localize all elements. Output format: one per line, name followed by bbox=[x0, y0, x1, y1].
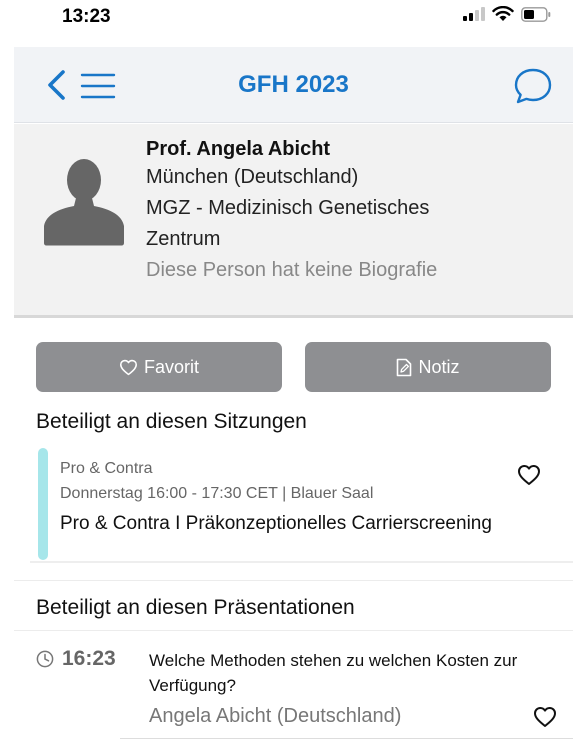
battery-icon bbox=[521, 6, 551, 22]
speaker-name: Prof. Angela Abicht bbox=[146, 138, 331, 160]
heart-icon bbox=[119, 359, 137, 375]
session-time-location: Donnerstag 16:00 - 17:30 CET | Blauer Sa… bbox=[60, 485, 374, 502]
speaker-bio: Diese Person hat keine Biografie bbox=[146, 259, 438, 281]
clock-icon bbox=[36, 650, 54, 668]
favorite-heart-icon[interactable] bbox=[517, 464, 541, 486]
navigation-bar: GFH 2023 bbox=[14, 47, 573, 123]
speaker-profile-card: Prof. Angela Abicht München (Deutschland… bbox=[14, 124, 573, 318]
presentation-author: Angela Abicht (Deutschland) bbox=[149, 705, 402, 727]
signal-icon bbox=[463, 7, 485, 21]
favorite-button[interactable]: Favorit bbox=[36, 342, 282, 392]
session-title: Pro & Contra I Präkonzeptionelles Carrie… bbox=[60, 513, 492, 534]
status-icons bbox=[463, 6, 551, 22]
session-item[interactable]: Pro & Contra Donnerstag 16:00 - 17:30 CE… bbox=[30, 443, 573, 563]
note-icon bbox=[397, 358, 412, 376]
sessions-section-title: Beteiligt an diesen Sitzungen bbox=[36, 410, 307, 433]
status-time: 13:23 bbox=[62, 6, 111, 27]
session-color-bar bbox=[38, 448, 48, 560]
divider bbox=[14, 630, 573, 631]
favorite-button-label: Favorit bbox=[143, 356, 199, 377]
presentations-section-title: Beteiligt an diesen Präsentationen bbox=[36, 596, 355, 619]
profile-details: Prof. Angela Abicht München (Deutschland… bbox=[146, 136, 437, 286]
session-category: Pro & Contra bbox=[60, 460, 153, 477]
wifi-icon bbox=[492, 6, 514, 21]
presentation-title: Welche Methoden stehen zu welchen Kosten… bbox=[149, 651, 518, 695]
divider bbox=[14, 580, 573, 581]
favorite-heart-icon[interactable] bbox=[533, 706, 557, 728]
note-button[interactable]: Notiz bbox=[305, 342, 551, 392]
speaker-location: München (Deutschland) bbox=[146, 166, 359, 188]
chat-icon[interactable] bbox=[513, 66, 553, 106]
speaker-institution-line1: MGZ - Medizinisch Genetisches bbox=[146, 197, 430, 219]
avatar bbox=[44, 159, 124, 246]
divider bbox=[120, 738, 573, 739]
presentation-time: 16:23 bbox=[62, 647, 116, 670]
status-bar: 13:23 bbox=[0, 0, 573, 46]
note-button-label: Notiz bbox=[418, 356, 460, 377]
speaker-institution-line2: Zentrum bbox=[146, 228, 221, 250]
page-title: GFH 2023 bbox=[238, 71, 349, 98]
